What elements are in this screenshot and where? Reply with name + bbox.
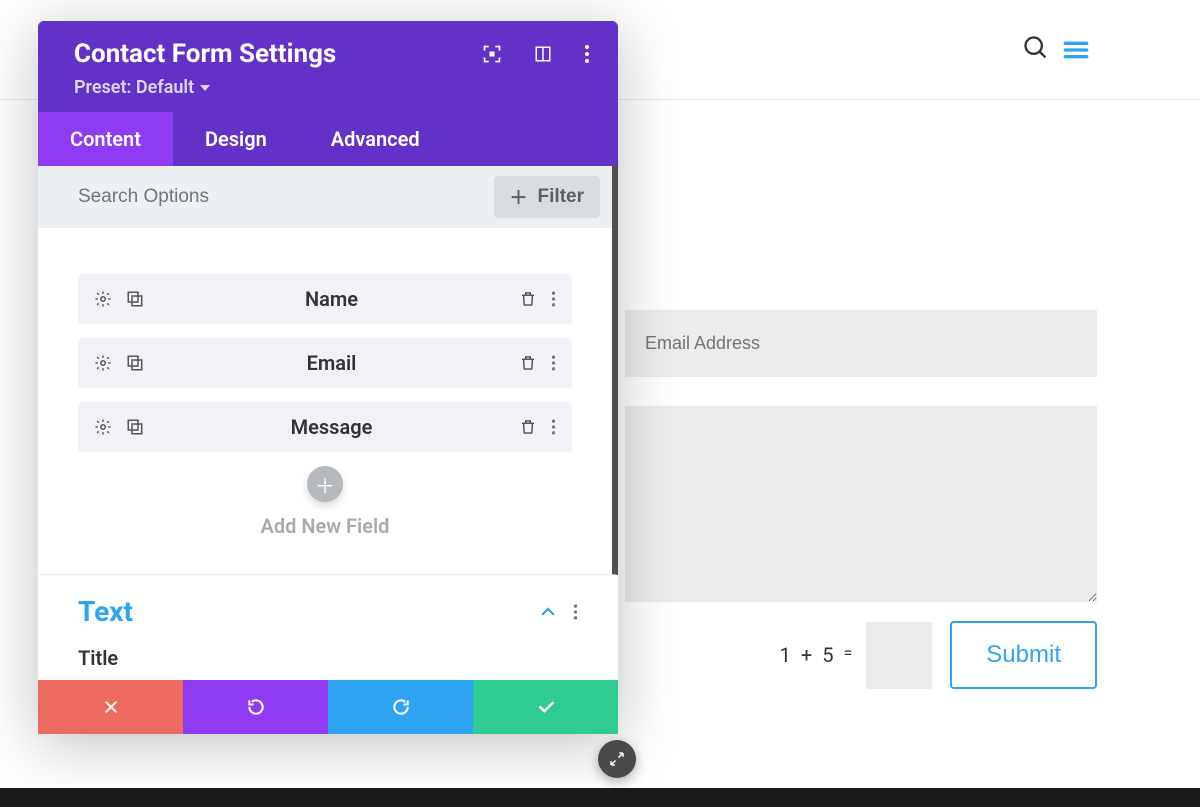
settings-modal: Contact Form Settings Preset: Default Co… — [38, 21, 618, 734]
filter-label: Filter — [538, 186, 584, 208]
page-footer — [0, 788, 1200, 807]
chevron-up-icon[interactable] — [539, 603, 557, 621]
gear-icon[interactable] — [94, 418, 112, 436]
tabs: Content Design Advanced — [38, 112, 618, 166]
field-label: Email — [144, 351, 519, 375]
contact-form-preview: 1 +5 = Submit — [625, 310, 1097, 689]
text-section: Text Title — [38, 575, 618, 680]
tab-advanced[interactable]: Advanced — [299, 112, 452, 166]
title-label: Title — [78, 646, 578, 670]
chevron-down-icon — [200, 83, 210, 93]
duplicate-icon[interactable] — [126, 354, 144, 372]
captcha-input[interactable] — [866, 622, 932, 689]
search-input[interactable] — [78, 186, 494, 208]
field-row[interactable]: Message — [78, 402, 572, 452]
tab-content[interactable]: Content — [38, 112, 173, 166]
hamburger-menu-icon[interactable] — [1060, 34, 1092, 66]
field-label: Message — [144, 415, 519, 439]
trash-icon[interactable] — [519, 290, 537, 308]
fields-list: Name Email Message — [38, 228, 618, 575]
add-new-field: ＋ Add New Field — [78, 466, 572, 538]
save-button[interactable] — [473, 680, 618, 734]
submit-button[interactable]: Submit — [950, 621, 1097, 689]
filter-button[interactable]: ＋ Filter — [494, 176, 600, 218]
undo-icon — [246, 697, 266, 717]
focus-icon[interactable] — [482, 44, 502, 64]
redo-icon — [391, 697, 411, 717]
modal-footer — [38, 680, 618, 734]
close-icon — [103, 699, 119, 715]
preset-selector[interactable]: Preset: Default — [74, 77, 590, 98]
cancel-button[interactable] — [38, 680, 183, 734]
captcha-op: + — [801, 643, 812, 667]
redo-button[interactable] — [328, 680, 473, 734]
captcha-a: 1 — [780, 643, 791, 667]
more-icon[interactable] — [584, 44, 590, 64]
text-section-heading[interactable]: Text — [78, 595, 133, 628]
more-icon[interactable] — [551, 354, 556, 372]
message-field[interactable] — [625, 406, 1097, 602]
field-label: Name — [144, 287, 519, 311]
columns-icon[interactable] — [534, 45, 552, 63]
resize-handle[interactable] — [598, 740, 636, 778]
plus-icon: ＋ — [315, 470, 335, 499]
more-icon[interactable] — [551, 290, 556, 308]
add-new-label: Add New Field — [78, 514, 572, 538]
field-row[interactable]: Name — [78, 274, 572, 324]
gear-icon[interactable] — [94, 290, 112, 308]
expand-icon — [608, 750, 626, 768]
more-icon[interactable] — [551, 418, 556, 436]
check-icon — [536, 697, 556, 717]
gear-icon[interactable] — [94, 354, 112, 372]
duplicate-icon[interactable] — [126, 290, 144, 308]
field-row[interactable]: Email — [78, 338, 572, 388]
add-button[interactable]: ＋ — [307, 466, 343, 502]
preset-label: Preset: Default — [74, 77, 194, 98]
captcha-eq: = — [844, 643, 853, 662]
modal-title: Contact Form Settings — [74, 39, 336, 69]
search-icon[interactable] — [1022, 34, 1050, 62]
duplicate-icon[interactable] — [126, 418, 144, 436]
tab-design[interactable]: Design — [173, 112, 299, 166]
trash-icon[interactable] — [519, 354, 537, 372]
undo-button[interactable] — [183, 680, 328, 734]
more-icon[interactable] — [573, 603, 578, 621]
trash-icon[interactable] — [519, 418, 537, 436]
email-field[interactable] — [625, 310, 1097, 377]
plus-icon: ＋ — [510, 184, 528, 210]
modal-header: Contact Form Settings Preset: Default — [38, 21, 618, 112]
captcha-b: 5 — [822, 643, 833, 667]
search-row: ＋ Filter — [38, 166, 618, 228]
